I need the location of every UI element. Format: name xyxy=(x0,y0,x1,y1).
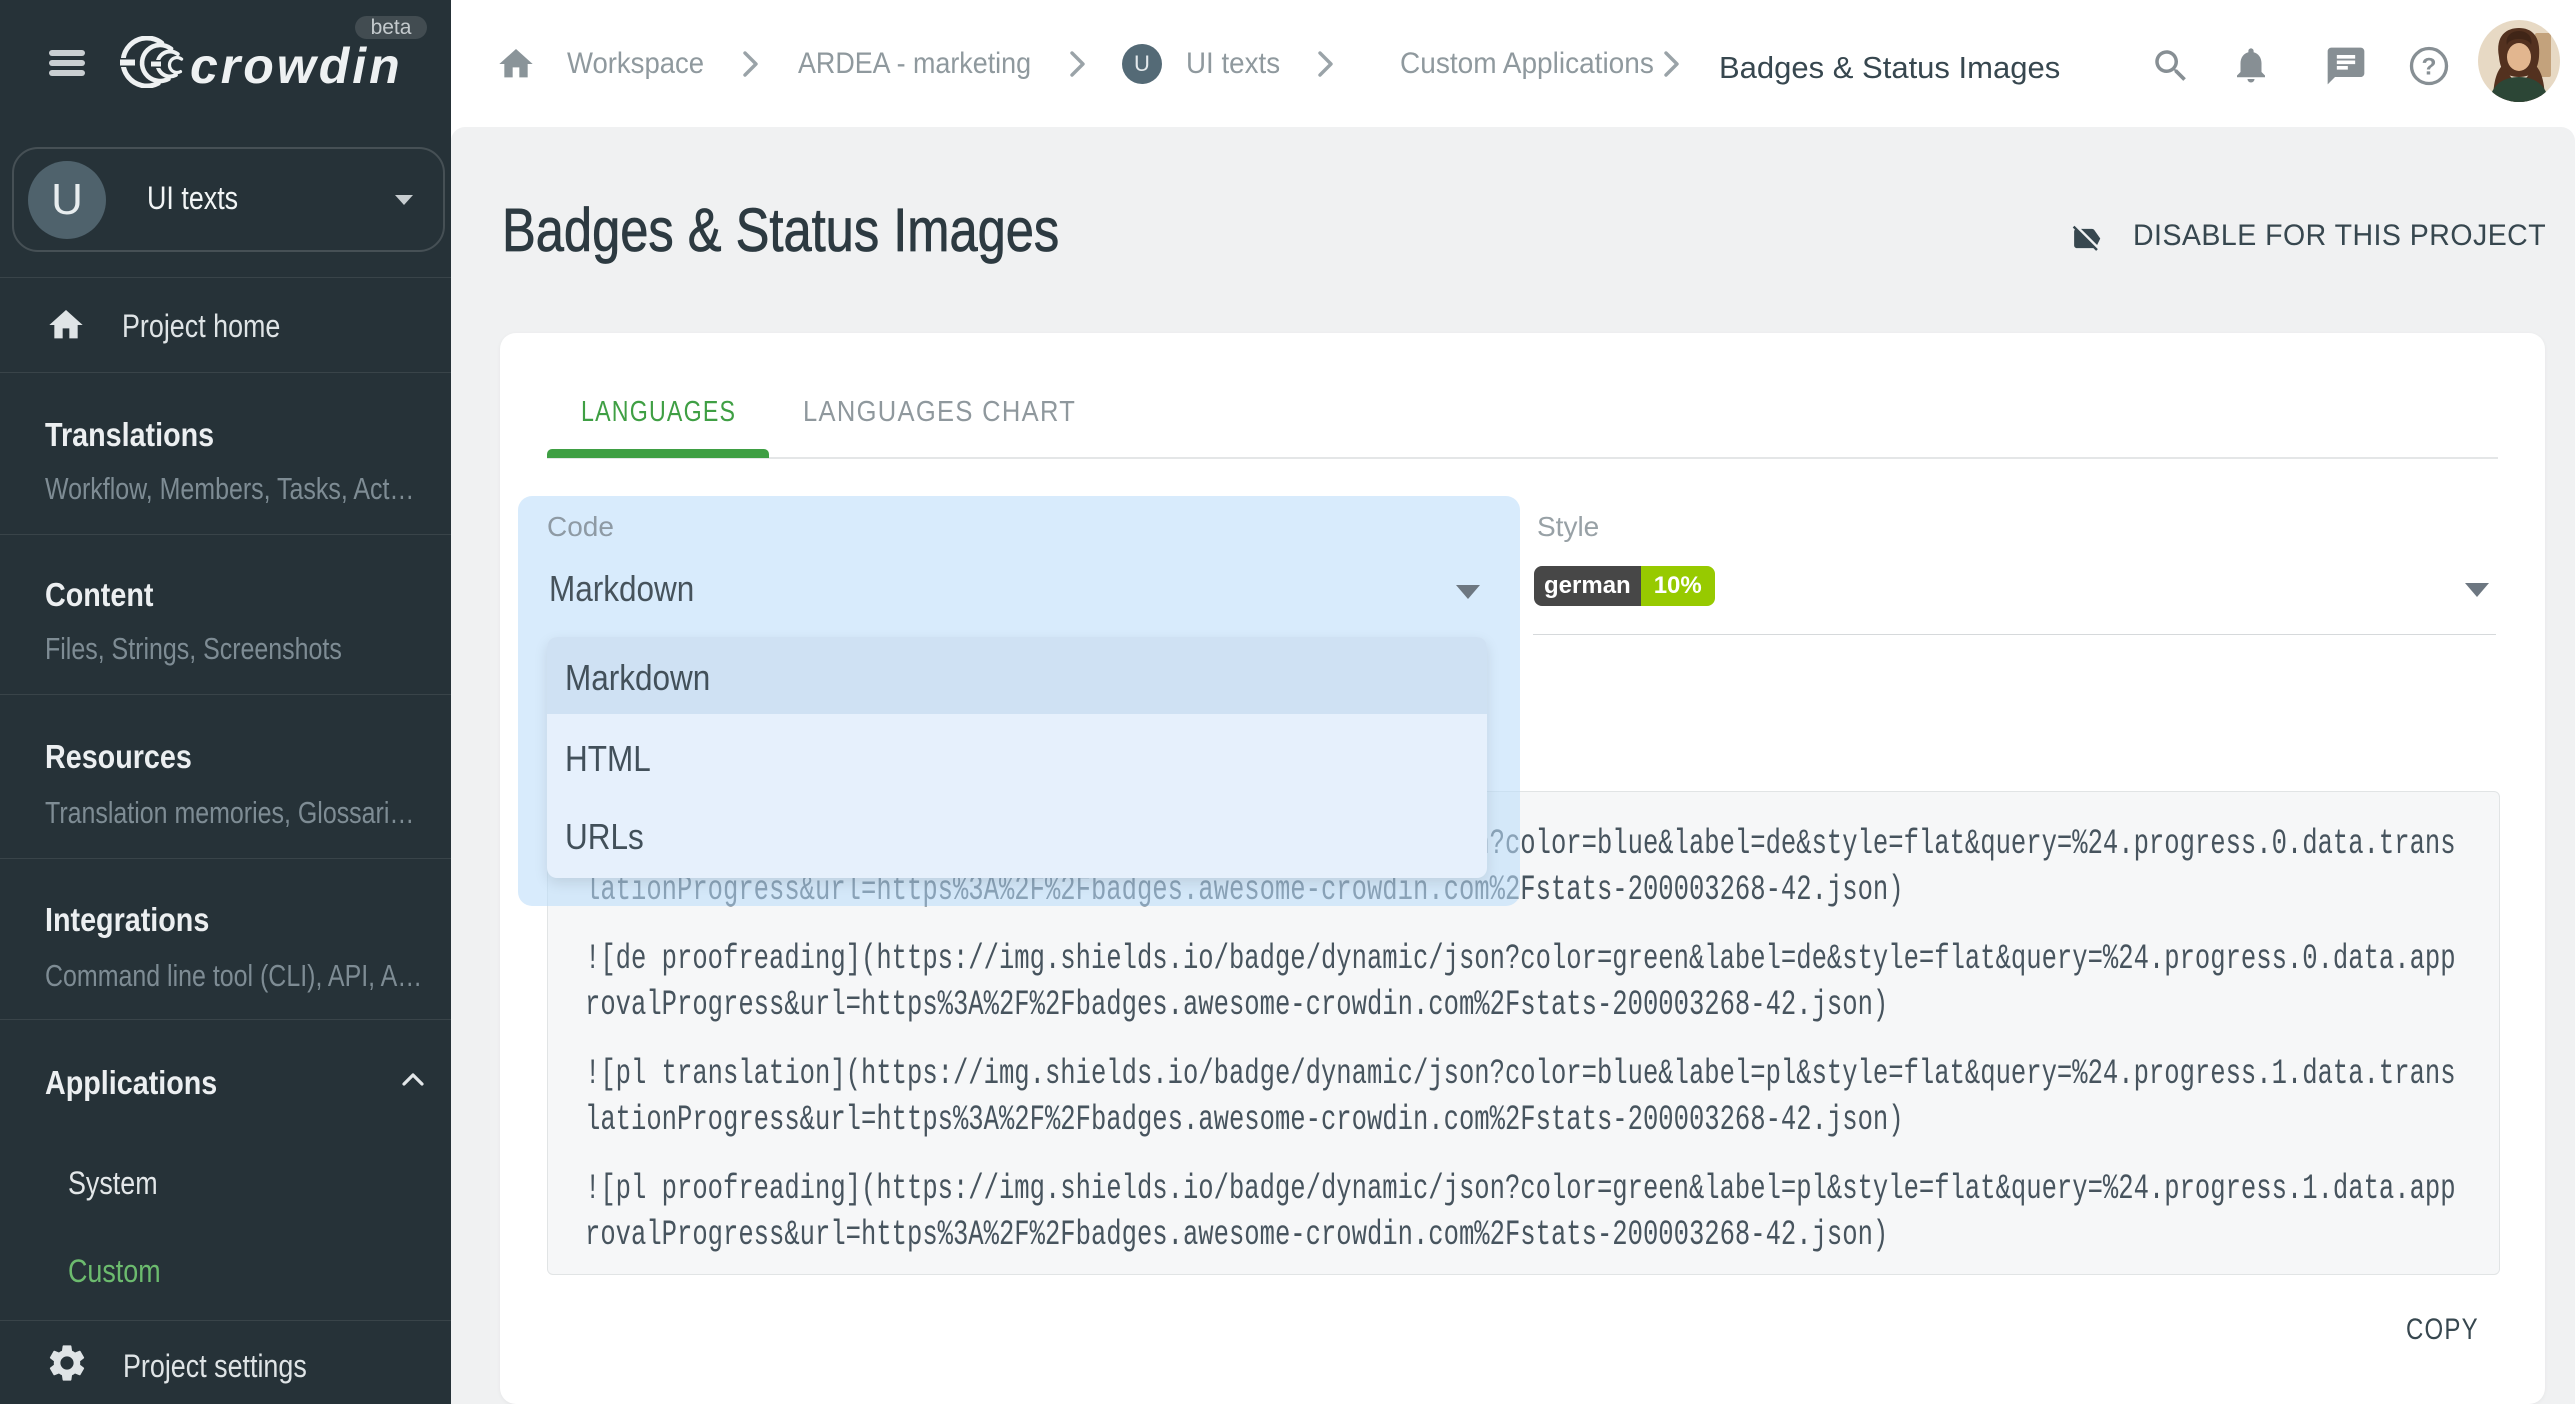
svg-text:?: ? xyxy=(2422,53,2437,80)
